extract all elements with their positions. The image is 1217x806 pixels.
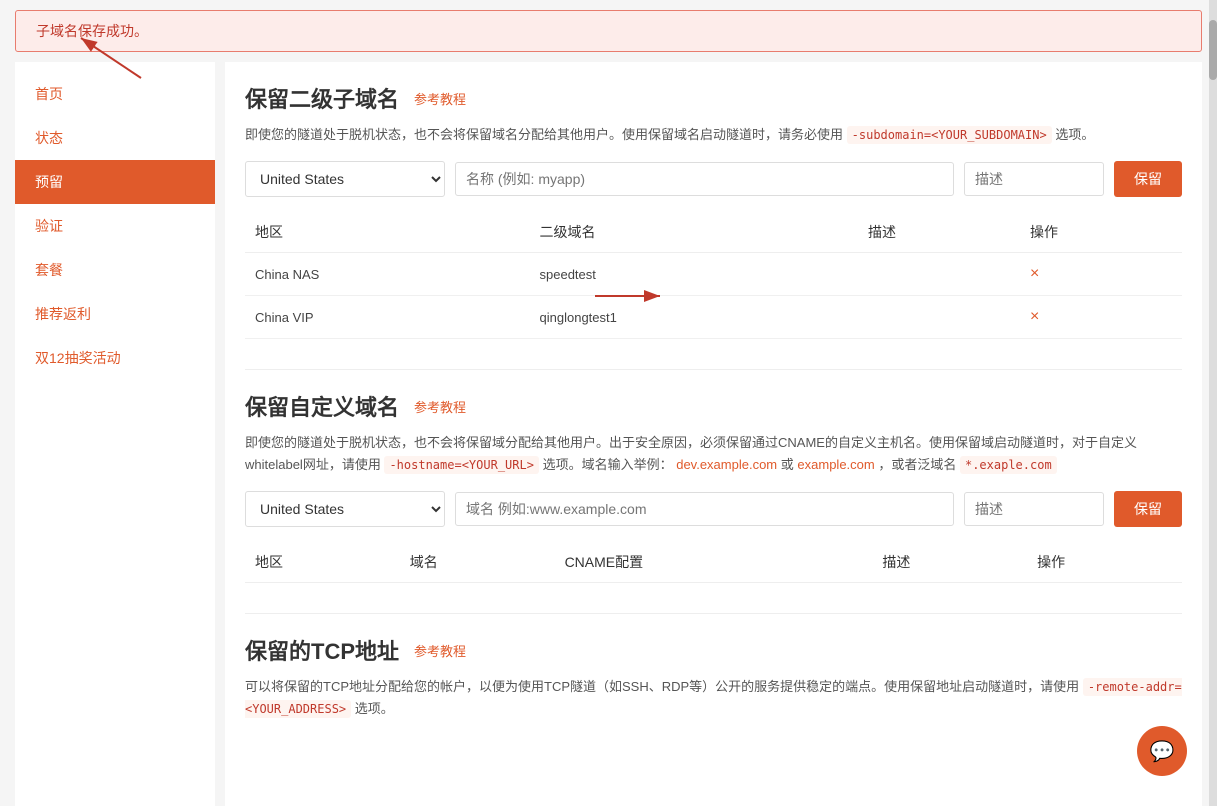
section2-save-button[interactable]: 保留 (1114, 491, 1182, 527)
section1-title: 保留二级子域名 (245, 82, 399, 114)
section3-desc: 可以将保留的TCP地址分配给您的帐户，以便为使用TCP隧道（如SSH、RDP等）… (245, 676, 1182, 720)
sidebar-item-status[interactable]: 状态 (15, 116, 215, 160)
section2-highlight1: -hostname=<YOUR_URL> (384, 456, 539, 474)
section2-table-header-row: 地区 域名 CNAME配置 描述 操作 (245, 542, 1182, 583)
row-subdomain: speedtest (530, 253, 859, 296)
sidebar-item-lottery[interactable]: 双12抽奖活动 (15, 336, 215, 380)
section3-desc1: 可以将保留的TCP地址分配给您的帐户，以便为使用TCP隧道（如SSH、RDP等）… (245, 679, 1079, 694)
section2-col-desc: 描述 (872, 542, 1027, 583)
scrollbar-thumb[interactable] (1209, 20, 1217, 80)
section1-desc1: 即使您的隧道处于脱机状态，也不会将保留域名分配给其他用户。使用保留域名启动隧道时… (245, 127, 843, 142)
section1-ref-link[interactable]: 参考教程 (414, 89, 466, 108)
section2-region-select[interactable]: United States (245, 491, 445, 527)
section1-region-select[interactable]: United States (245, 161, 445, 197)
section1-col-op: 操作 (1020, 212, 1182, 253)
sidebar-item-reserve[interactable]: 预留 (15, 160, 215, 204)
section2-desc3: 或 (781, 457, 794, 472)
section2-desc2: 选项。域名输入举例： (543, 457, 673, 472)
custom-domain-section: 保留自定义域名 参考教程 即使您的隧道处于脱机状态，也不会将保留域分配给其他用户… (245, 390, 1182, 583)
scrollbar[interactable] (1209, 0, 1217, 806)
section1-desc-input[interactable] (964, 162, 1104, 196)
arrow-icon (590, 281, 670, 311)
delete-button[interactable]: × (1030, 265, 1039, 283)
section1-highlight1: -subdomain=<YOUR_SUBDOMAIN> (847, 126, 1052, 144)
section2-title: 保留自定义域名 (245, 390, 399, 422)
chat-button[interactable]: 💬 (1137, 726, 1187, 776)
main-content: 保留二级子域名 参考教程 即使您的隧道处于脱机状态，也不会将保留域名分配给其他用… (225, 62, 1202, 806)
section3-desc2: 选项。 (355, 701, 394, 716)
tcp-section: 保留的TCP地址 参考教程 可以将保留的TCP地址分配给您的帐户，以便为使用TC… (245, 634, 1182, 720)
section1-table-header-row: 地区 二级域名 描述 操作 (245, 212, 1182, 253)
section2-col-region: 地区 (245, 542, 400, 583)
section2-desc-input[interactable] (964, 492, 1104, 526)
section2-col-op: 操作 (1027, 542, 1182, 583)
table-row: China NASspeedtest × (245, 253, 1182, 296)
row-op[interactable]: × (1020, 253, 1182, 296)
section2-domain-input[interactable] (455, 492, 954, 526)
subdomain-section: 保留二级子域名 参考教程 即使您的隧道处于脱机状态，也不会将保留域名分配给其他用… (245, 82, 1182, 339)
section1-col-desc: 描述 (858, 212, 1020, 253)
section1-desc: 即使您的隧道处于脱机状态，也不会将保留域名分配给其他用户。使用保留域名启动隧道时… (245, 124, 1182, 146)
section2-link1[interactable]: dev.example.com (676, 457, 777, 472)
delete-button[interactable]: × (1030, 308, 1039, 326)
section1-table: 地区 二级域名 描述 操作 China NASspeedtest×China V… (245, 212, 1182, 339)
section2-table: 地区 域名 CNAME配置 描述 操作 (245, 542, 1182, 583)
section3-ref-link[interactable]: 参考教程 (414, 641, 466, 660)
sidebar: 首页 状态 预留 验证 套餐 推荐返利 双12抽奖活动 (15, 62, 215, 806)
section1-form-row: United States 保留 (245, 161, 1182, 197)
section3-header: 保留的TCP地址 参考教程 (245, 634, 1182, 666)
section2-form-row: United States 保留 (245, 491, 1182, 527)
section1-name-input[interactable] (455, 162, 954, 196)
section2-highlight2: *.exaple.com (960, 456, 1057, 474)
section2-link2[interactable]: example.com (797, 457, 874, 472)
section2-desc4: ，或者泛域名 (878, 457, 956, 472)
section1-col-subdomain: 二级域名 (530, 212, 859, 253)
sidebar-item-referral[interactable]: 推荐返利 (15, 292, 215, 336)
section-divider-1 (245, 369, 1182, 370)
success-banner: 子域名保存成功。 (15, 10, 1202, 52)
sidebar-item-verify[interactable]: 验证 (15, 204, 215, 248)
section1-header: 保留二级子域名 参考教程 (245, 82, 1182, 114)
row-desc (858, 253, 1020, 296)
row-op[interactable]: × (1020, 296, 1182, 339)
row-region: China NAS (245, 253, 530, 296)
section2-header: 保留自定义域名 参考教程 (245, 390, 1182, 422)
arrow-icon (71, 33, 151, 83)
row-desc (858, 296, 1020, 339)
sidebar-item-plan[interactable]: 套餐 (15, 248, 215, 292)
chat-icon: 💬 (1150, 739, 1175, 764)
section2-col-cname: CNAME配置 (555, 542, 873, 583)
table-row: China VIPqinglongtest1 × (245, 296, 1182, 339)
section1-desc2: 选项。 (1055, 127, 1094, 142)
row-subdomain: qinglongtest1 (530, 296, 859, 339)
section1-col-region: 地区 (245, 212, 530, 253)
section-divider-2 (245, 613, 1182, 614)
section2-desc: 即使您的隧道处于脱机状态，也不会将保留域分配给其他用户。出于安全原因，必须保留通… (245, 432, 1182, 476)
row-region: China VIP (245, 296, 530, 339)
section2-col-domain: 域名 (400, 542, 555, 583)
section2-ref-link[interactable]: 参考教程 (414, 397, 466, 416)
section3-title: 保留的TCP地址 (245, 634, 399, 666)
section1-save-button[interactable]: 保留 (1114, 161, 1182, 197)
